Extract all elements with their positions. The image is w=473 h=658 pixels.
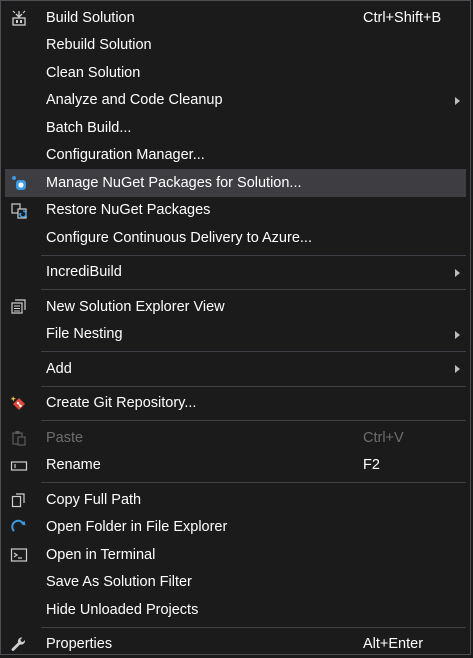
menu-item-label: Build Solution [46,10,135,26]
menu-separator [41,386,466,387]
menu-item-save-as-solution-filter[interactable]: Save As Solution Filter [5,569,466,597]
menu-item-label: Copy Full Path [46,492,141,508]
paste-icon [9,428,29,448]
menu-item-label: Analyze and Code Cleanup [46,92,223,108]
menu-separator [41,482,466,483]
build-icon [9,8,29,28]
menu-item-batch-build[interactable]: Batch Build... [5,114,466,142]
menu-item-label: Restore NuGet Packages [46,202,210,218]
solution-context-menu: Build Solution Ctrl+Shift+B Rebuild Solu… [0,0,471,655]
new-explorer-view-icon [9,297,29,317]
menu-item-label: Batch Build... [46,120,131,136]
menu-item-build-solution[interactable]: Build Solution Ctrl+Shift+B [5,4,466,32]
menu-item-label: Rebuild Solution [46,37,152,53]
menu-item-add[interactable]: Add [5,355,466,383]
menu-item-clean-solution[interactable]: Clean Solution [5,59,466,87]
menu-separator [41,351,466,352]
menu-item-label: File Nesting [46,326,123,342]
copy-icon [9,490,29,510]
menu-item-file-nesting[interactable]: File Nesting [5,321,466,349]
terminal-icon [9,545,29,565]
menu-item-label: Paste [46,430,83,446]
menu-item-label: New Solution Explorer View [46,299,225,315]
menu-separator [41,420,466,421]
menu-item-new-solution-explorer-view[interactable]: New Solution Explorer View [5,293,466,321]
menu-item-copy-full-path[interactable]: Copy Full Path [5,486,466,514]
menu-separator [41,627,466,628]
menu-item-shortcut: Ctrl+Shift+B [363,10,441,26]
menu-item-shortcut: Ctrl+V [363,430,404,446]
menu-item-shortcut: F2 [363,457,380,473]
menu-item-incredibuild[interactable]: IncrediBuild [5,259,466,287]
menu-item-rebuild-solution[interactable]: Rebuild Solution [5,32,466,60]
menu-item-label: Create Git Repository... [46,395,196,411]
menu-item-configure-continuous-delivery[interactable]: Configure Continuous Delivery to Azure..… [5,224,466,252]
menu-item-paste[interactable]: Paste Ctrl+V [5,424,466,452]
open-folder-icon [9,518,29,538]
menu-item-label: Configure Continuous Delivery to Azure..… [46,230,312,246]
menu-item-label: Open Folder in File Explorer [46,519,227,535]
git-repository-icon [9,394,29,414]
menu-item-open-folder-in-explorer[interactable]: Open Folder in File Explorer [5,514,466,542]
menu-separator [41,255,466,256]
menu-item-open-in-terminal[interactable]: Open in Terminal [5,541,466,569]
menu-separator [41,289,466,290]
menu-item-create-git-repository[interactable]: Create Git Repository... [5,390,466,418]
menu-item-label: Configuration Manager... [46,147,205,163]
menu-item-label: Manage NuGet Packages for Solution... [46,175,302,191]
menu-item-label: Rename [46,457,101,473]
menu-item-label: Open in Terminal [46,547,155,563]
submenu-arrow-icon [455,331,460,339]
menu-item-label: Add [46,361,72,377]
menu-item-analyze-code-cleanup[interactable]: Analyze and Code Cleanup [5,87,466,115]
wrench-icon [9,635,29,655]
restore-packages-icon [9,201,29,221]
submenu-arrow-icon [455,97,460,105]
menu-item-label: Save As Solution Filter [46,574,192,590]
nuget-icon [9,173,29,193]
menu-item-properties[interactable]: Properties Alt+Enter [5,631,466,658]
submenu-arrow-icon [455,365,460,373]
menu-item-label: IncrediBuild [46,264,122,280]
menu-item-label: Properties [46,636,112,652]
rename-icon [9,456,29,476]
menu-item-label: Hide Unloaded Projects [46,602,198,618]
menu-item-configuration-manager[interactable]: Configuration Manager... [5,142,466,170]
submenu-arrow-icon [455,269,460,277]
menu-item-hide-unloaded-projects[interactable]: Hide Unloaded Projects [5,596,466,624]
menu-item-restore-nuget-packages[interactable]: Restore NuGet Packages [5,197,466,225]
menu-item-manage-nuget-packages[interactable]: Manage NuGet Packages for Solution... [5,169,466,197]
menu-item-label: Clean Solution [46,65,140,81]
menu-item-rename[interactable]: Rename F2 [5,452,466,480]
menu-item-shortcut: Alt+Enter [363,636,423,652]
